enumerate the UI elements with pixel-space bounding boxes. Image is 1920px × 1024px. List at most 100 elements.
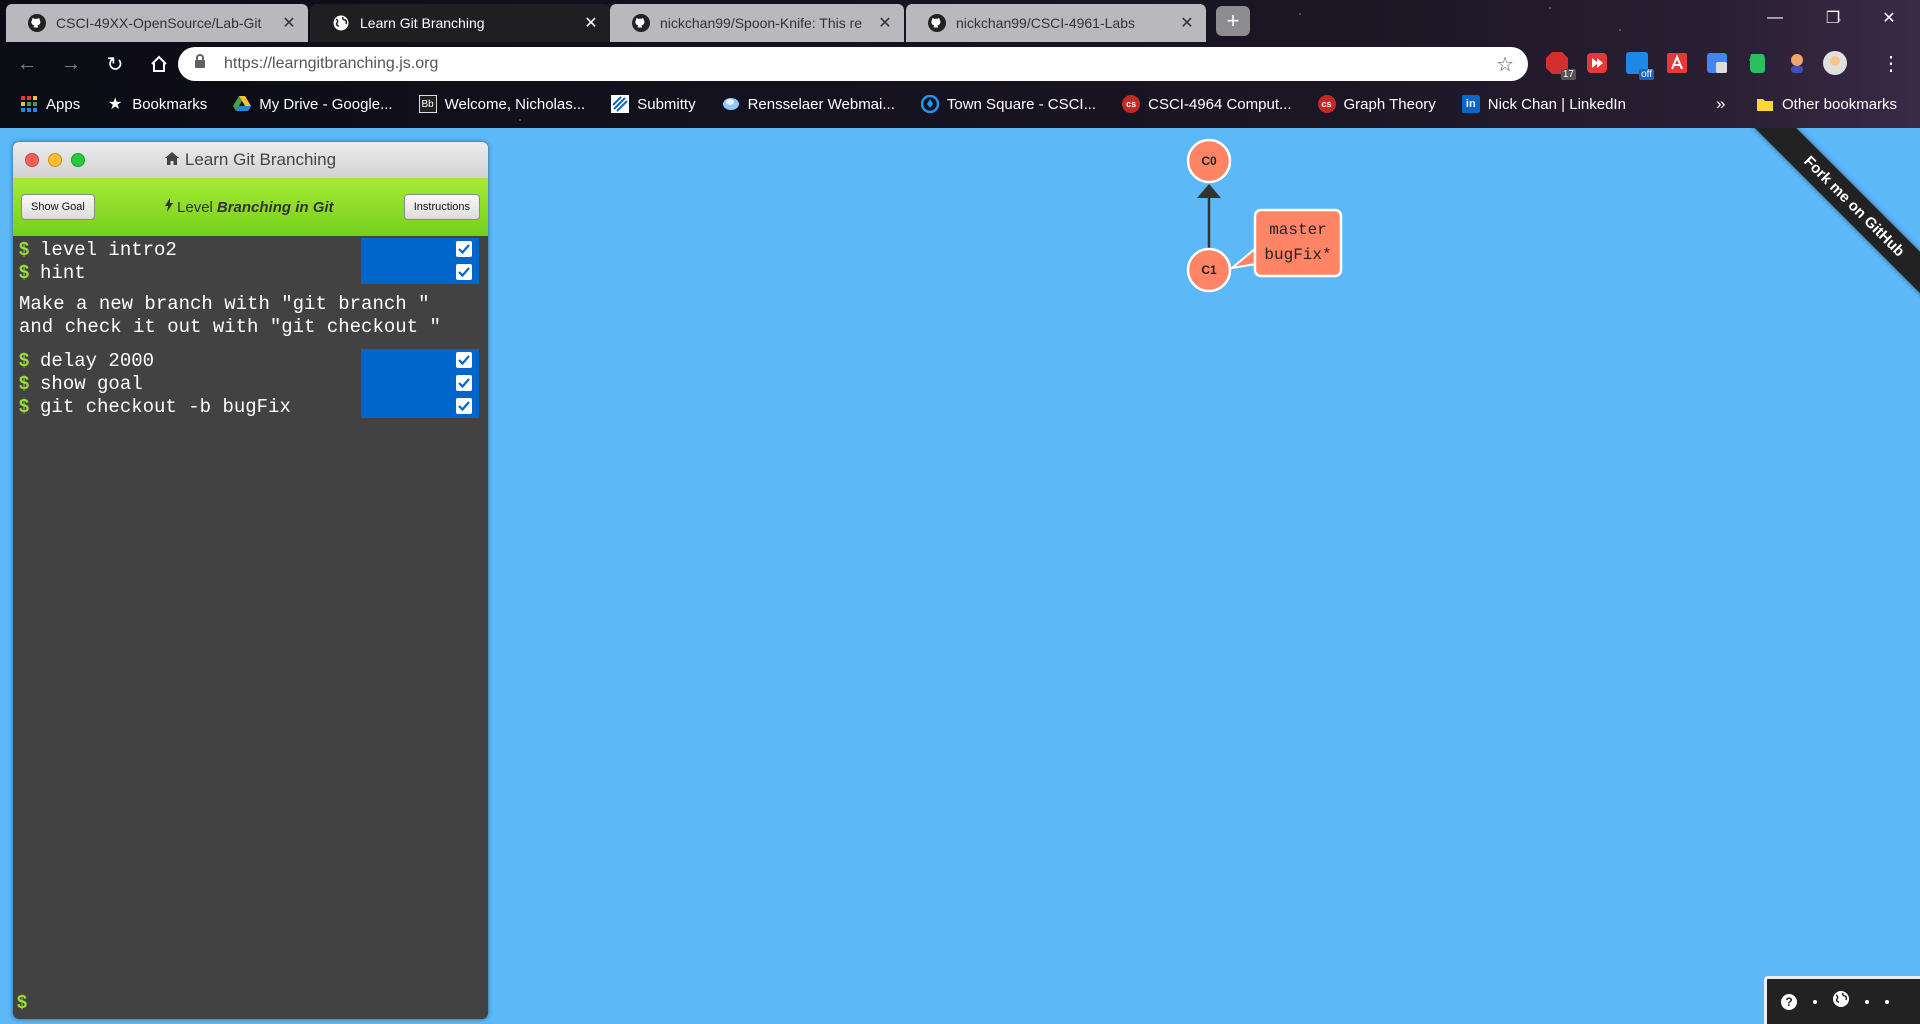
fork-ribbon[interactable]: Fork me on GitHub bbox=[1740, 128, 1920, 308]
close-window-icon[interactable]: ✕ bbox=[1866, 0, 1912, 36]
home-icon bbox=[164, 150, 179, 170]
acrobat-extension-icon[interactable] bbox=[1664, 50, 1690, 76]
helper-bar: ? bbox=[1764, 976, 1920, 1024]
command-text: level intro2 bbox=[40, 238, 177, 261]
checkbox-checked-icon bbox=[456, 264, 472, 280]
close-tab-icon[interactable]: ✕ bbox=[1180, 13, 1194, 33]
minimize-icon[interactable]: — bbox=[1752, 0, 1798, 36]
bookmark-my-drive[interactable]: My Drive - Google... bbox=[233, 95, 393, 113]
maximize-icon[interactable]: ❐ bbox=[1810, 0, 1856, 36]
command-text: delay 2000 bbox=[40, 349, 155, 372]
command-input-prompt[interactable]: $ bbox=[17, 992, 27, 1013]
prompt-symbol: $ bbox=[19, 239, 30, 259]
bookmark-label: CSCI-4964 Comput... bbox=[1148, 95, 1292, 113]
bookmarks-overflow-button[interactable]: » bbox=[1716, 94, 1725, 114]
help-icon[interactable]: ? bbox=[1781, 993, 1797, 1010]
tab-learn-git-branching[interactable]: Learn Git Branching ✕ bbox=[310, 4, 610, 42]
close-tab-icon[interactable]: ✕ bbox=[282, 13, 296, 33]
bookmark-label: Graph Theory bbox=[1343, 95, 1436, 113]
profile-avatar[interactable] bbox=[1822, 50, 1848, 76]
command-entry: $ hint bbox=[13, 261, 488, 284]
blackboard-icon: Bb bbox=[418, 95, 437, 113]
other-bookmarks[interactable]: Other bookmarks bbox=[1756, 95, 1897, 113]
adblock-extension-icon[interactable]: 17 bbox=[1544, 50, 1576, 80]
prompt-symbol: $ bbox=[19, 350, 30, 370]
menu-kebab-icon[interactable]: ⋮ bbox=[1878, 50, 1904, 76]
toggle-extension-icon[interactable]: off bbox=[1624, 50, 1654, 80]
bolt-icon bbox=[165, 198, 174, 216]
bookmark-bookmarks[interactable]: ★ Bookmarks bbox=[106, 95, 208, 114]
back-icon[interactable]: ← bbox=[10, 47, 44, 81]
google-drive-icon bbox=[233, 95, 252, 113]
tab-csci-4961-labs[interactable]: nickchan99/CSCI-4961-Labs ✕ bbox=[906, 4, 1206, 42]
avatar-extension-icon[interactable] bbox=[1784, 50, 1810, 76]
show-goal-button[interactable]: Show Goal bbox=[21, 194, 95, 220]
terminal-title-bar: Learn Git Branching bbox=[13, 142, 488, 178]
media-extension-icon[interactable] bbox=[1584, 50, 1610, 76]
bookmark-blackboard[interactable]: Bb Welcome, Nicholas... bbox=[418, 95, 586, 113]
bookmark-label: Welcome, Nicholas... bbox=[444, 95, 586, 113]
tab-lab-git[interactable]: CSCI-49XX-OpenSource/Lab-Git ✕ bbox=[6, 4, 308, 42]
branch-label-box bbox=[1253, 208, 1343, 278]
command-text: hint bbox=[40, 261, 86, 284]
browser-toolbar: ← → ↻ https://learngitbranching.js.org ☆… bbox=[0, 42, 1920, 86]
maximize-dot-icon[interactable] bbox=[71, 153, 85, 167]
globe-icon bbox=[332, 14, 350, 32]
instructions-button[interactable]: Instructions bbox=[403, 194, 480, 220]
bookmark-apps[interactable]: Apps bbox=[20, 95, 80, 113]
level-toolbar: Show Goal Level Branching in Git Instruc… bbox=[13, 178, 488, 236]
chevron-double-right-icon: » bbox=[1716, 94, 1726, 113]
branch-master-label: master bbox=[1269, 221, 1327, 239]
bookmark-label: Apps bbox=[46, 95, 81, 113]
bookmark-town-square[interactable]: Town Square - CSCI... bbox=[920, 95, 1096, 113]
checkbox-checked-icon bbox=[456, 375, 472, 391]
tab-spoon-knife[interactable]: nickchan99/Spoon-Knife: This re ✕ bbox=[610, 4, 904, 42]
folder-icon bbox=[1756, 95, 1774, 113]
bookmark-graph-theory[interactable]: cs Graph Theory bbox=[1317, 95, 1436, 113]
branch-label-group[interactable]: master bugFix* bbox=[1228, 208, 1343, 278]
commit-c1[interactable]: C1 bbox=[1186, 247, 1232, 293]
checkbox-checked-icon bbox=[456, 241, 472, 257]
close-tab-icon[interactable]: ✕ bbox=[584, 13, 598, 33]
translate-extension-icon[interactable] bbox=[1704, 50, 1730, 76]
fork-me-on-github-link[interactable]: Fork me on GitHub bbox=[1751, 128, 1920, 308]
url-text: https://learngitbranching.js.org bbox=[224, 55, 439, 72]
evernote-extension-icon[interactable] bbox=[1744, 50, 1770, 76]
dot-icon bbox=[1813, 999, 1817, 1004]
forward-icon[interactable]: → bbox=[54, 47, 88, 81]
globe-icon[interactable] bbox=[1833, 991, 1849, 1012]
tab-title: nickchan99/Spoon-Knife: This re bbox=[660, 15, 863, 31]
cs-icon: cs bbox=[1317, 95, 1336, 113]
bookmark-linkedin[interactable]: in Nick Chan | LinkedIn bbox=[1461, 95, 1626, 113]
command-entry: $ delay 2000 bbox=[13, 349, 488, 372]
prompt-symbol: $ bbox=[19, 396, 30, 416]
browser-chrome: CSCI-49XX-OpenSource/Lab-Git ✕ Learn Git… bbox=[0, 0, 1920, 128]
terminal-window: Learn Git Branching Show Goal Level Bran… bbox=[13, 142, 488, 1019]
command-history-top: $ level intro2 $ hint bbox=[13, 238, 488, 284]
minimize-dot-icon[interactable] bbox=[48, 153, 62, 167]
address-bar[interactable]: https://learngitbranching.js.org ☆ bbox=[178, 47, 1528, 81]
bookmark-csci-4964[interactable]: cs CSCI-4964 Comput... bbox=[1122, 95, 1292, 113]
reload-icon[interactable]: ↻ bbox=[98, 47, 132, 81]
bookmark-label: Rensselaer Webmai... bbox=[747, 95, 895, 113]
bookmark-label: My Drive - Google... bbox=[259, 95, 393, 113]
close-dot-icon[interactable] bbox=[25, 153, 39, 167]
new-tab-button[interactable]: + bbox=[1216, 6, 1250, 36]
bookmarks-bar: Apps ★ Bookmarks My Drive - Google... Bb… bbox=[0, 86, 1920, 122]
hint-line: Make a new branch with "git branch " bbox=[19, 293, 430, 315]
tab-title: CSCI-49XX-OpenSource/Lab-Git bbox=[56, 15, 262, 31]
github-icon bbox=[28, 14, 46, 32]
bookmark-submitty[interactable]: Submitty bbox=[611, 95, 696, 113]
extension-off-badge: off bbox=[1639, 69, 1654, 80]
tab-title: Learn Git Branching bbox=[360, 15, 485, 31]
bookmark-rensselaer-webmail[interactable]: Rensselaer Webmai... bbox=[722, 95, 895, 113]
linkedin-icon: in bbox=[1461, 95, 1480, 113]
level-name: Branching in Git bbox=[216, 198, 334, 216]
home-icon[interactable] bbox=[142, 47, 176, 81]
commit-c0[interactable]: C0 bbox=[1186, 138, 1232, 184]
branch-bugfix-label: bugFix* bbox=[1264, 246, 1331, 264]
edge-arrow-head bbox=[1197, 184, 1221, 198]
bookmark-label: Bookmarks bbox=[132, 95, 208, 113]
bookmark-star-icon[interactable]: ☆ bbox=[1496, 52, 1514, 77]
close-tab-icon[interactable]: ✕ bbox=[878, 13, 892, 33]
